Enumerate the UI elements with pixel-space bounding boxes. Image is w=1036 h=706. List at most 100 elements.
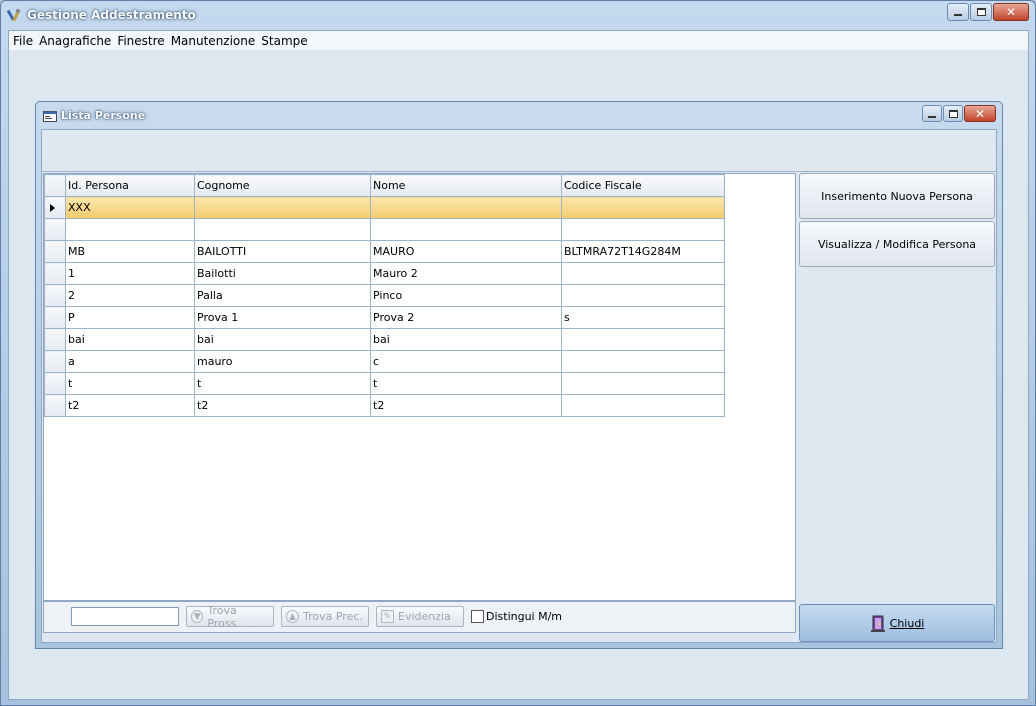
row-header[interactable] bbox=[44, 196, 66, 219]
table-row[interactable]: bai bai bai bbox=[44, 328, 725, 351]
menu-anagrafiche[interactable]: Anagrafiche bbox=[39, 34, 117, 48]
row-header[interactable] bbox=[44, 394, 66, 417]
close-window-button[interactable]: ✕ bbox=[993, 3, 1029, 21]
grid-cell[interactable]: bai bbox=[370, 328, 562, 351]
table-row[interactable]: P Prova 1 Prova 2s bbox=[44, 306, 725, 329]
grid-cell[interactable]: t2 bbox=[194, 394, 371, 417]
grid-cell[interactable]: bai bbox=[194, 328, 371, 351]
grid-cell[interactable] bbox=[370, 218, 562, 241]
minimize-button[interactable] bbox=[947, 3, 969, 21]
row-header[interactable] bbox=[44, 328, 66, 351]
search-input[interactable] bbox=[71, 607, 179, 626]
grid-cell[interactable] bbox=[561, 350, 725, 373]
case-sensitive-checkbox[interactable] bbox=[471, 610, 484, 623]
close-button[interactable]: Chiudi bbox=[799, 604, 995, 642]
table-row[interactable]: MB BAILOTTI MAURO BLTMRA72T14G284M bbox=[44, 240, 725, 263]
row-header[interactable] bbox=[44, 306, 66, 329]
child-client-area: Id. Persona Cognome Nome Codice Fiscale … bbox=[41, 129, 997, 643]
table-row[interactable]: 1 Bailotti Mauro 2 bbox=[44, 262, 725, 285]
menu-bar: File Anagrafiche Finestre Manutenzione S… bbox=[9, 31, 1028, 50]
grid-cell[interactable] bbox=[561, 284, 725, 307]
row-header[interactable] bbox=[44, 218, 66, 241]
close-icon: ✕ bbox=[1005, 5, 1017, 19]
grid-cell[interactable] bbox=[561, 394, 725, 417]
grid-cell[interactable] bbox=[194, 218, 371, 241]
column-header-cognome[interactable]: Cognome bbox=[194, 174, 371, 197]
column-header-id-persona[interactable]: Id. Persona bbox=[65, 174, 195, 197]
view-edit-person-button[interactable]: Visualizza / Modifica Persona bbox=[799, 221, 995, 267]
table-row[interactable]: a mauro c bbox=[44, 350, 725, 373]
menu-finestre[interactable]: Finestre bbox=[117, 34, 170, 48]
grid-cell[interactable]: BLTMRA72T14G284M bbox=[561, 240, 725, 263]
child-close-window-button[interactable]: ✕ bbox=[964, 105, 996, 122]
grid-cell[interactable]: t bbox=[370, 372, 562, 395]
menu-stampe[interactable]: Stampe bbox=[261, 34, 313, 48]
find-next-button[interactable]: ▼ Trova Pross. bbox=[186, 603, 274, 630]
grid-cell[interactable]: MB bbox=[65, 240, 195, 263]
table-row[interactable] bbox=[44, 218, 725, 241]
grid-cell[interactable] bbox=[561, 196, 725, 219]
menu-manutenzione[interactable]: Manutenzione bbox=[171, 34, 262, 48]
persons-grid[interactable]: Id. Persona Cognome Nome Codice Fiscale … bbox=[44, 174, 725, 417]
grid-cell[interactable] bbox=[561, 372, 725, 395]
grid-cell[interactable]: 1 bbox=[65, 262, 195, 285]
child-maximize-button[interactable] bbox=[943, 105, 963, 122]
grid-cell[interactable] bbox=[194, 196, 371, 219]
grid-cell[interactable]: Bailotti bbox=[194, 262, 371, 285]
column-header-codice-fiscale[interactable]: Codice Fiscale bbox=[561, 174, 725, 197]
grid-cell[interactable]: a bbox=[65, 350, 195, 373]
grid-cell[interactable]: 2 bbox=[65, 284, 195, 307]
grid-cell[interactable] bbox=[65, 218, 195, 241]
grid-cell[interactable]: P bbox=[65, 306, 195, 329]
view-edit-person-label: Visualizza / Modifica Persona bbox=[817, 237, 977, 251]
case-sensitive-option[interactable]: Distingui M/m bbox=[471, 610, 562, 623]
grid-cell[interactable] bbox=[370, 196, 562, 219]
highlight-button[interactable]: ✎ Evidenzia bbox=[376, 606, 464, 627]
new-person-label: Inserimento Nuova Persona bbox=[821, 189, 973, 203]
grid-cell[interactable]: XXX bbox=[65, 196, 195, 219]
grid-cell[interactable]: Prova 1 bbox=[194, 306, 371, 329]
row-header[interactable] bbox=[44, 240, 66, 263]
grid-cell[interactable]: t2 bbox=[370, 394, 562, 417]
grid-cell[interactable] bbox=[561, 328, 725, 351]
maximize-button[interactable] bbox=[970, 3, 992, 21]
minimize-icon bbox=[954, 14, 962, 16]
find-prev-button[interactable]: ▲ Trova Prec. bbox=[281, 606, 369, 627]
grid-cell[interactable]: t2 bbox=[65, 394, 195, 417]
grid-cell[interactable]: c bbox=[370, 350, 562, 373]
row-header[interactable] bbox=[44, 372, 66, 395]
find-next-label: Trova Pross. bbox=[207, 603, 240, 630]
app-title-bar[interactable]: Gestione Addestramento ✕ bbox=[1, 1, 1035, 29]
grid-cell[interactable]: t bbox=[65, 372, 195, 395]
table-row[interactable]: XXX bbox=[44, 196, 725, 219]
grid-cell[interactable]: mauro bbox=[194, 350, 371, 373]
child-minimize-button[interactable] bbox=[922, 105, 942, 122]
arrow-down-icon: ▼ bbox=[191, 610, 204, 623]
row-header[interactable] bbox=[44, 350, 66, 373]
new-person-button[interactable]: Inserimento Nuova Persona bbox=[799, 173, 995, 219]
menu-file[interactable]: File bbox=[13, 34, 39, 48]
persons-grid-panel: Id. Persona Cognome Nome Codice Fiscale … bbox=[43, 173, 796, 601]
child-window-lista-persone: Lista Persone ✕ Id. Persona Cognome Nome… bbox=[35, 101, 1003, 649]
grid-cell[interactable] bbox=[561, 262, 725, 285]
row-header[interactable] bbox=[44, 284, 66, 307]
grid-cell[interactable]: BAILOTTI bbox=[194, 240, 371, 263]
grid-cell[interactable]: MAURO bbox=[370, 240, 562, 263]
grid-cell[interactable]: s bbox=[561, 306, 725, 329]
grid-cell[interactable]: bai bbox=[65, 328, 195, 351]
grid-cell[interactable]: Mauro 2 bbox=[370, 262, 562, 285]
child-title-bar[interactable]: Lista Persone ✕ bbox=[36, 102, 1002, 128]
table-row[interactable]: t2 t2 t2 bbox=[44, 394, 725, 417]
grid-cell[interactable]: Prova 2 bbox=[370, 306, 562, 329]
table-row[interactable]: 2 Palla Pinco bbox=[44, 284, 725, 307]
grid-cell[interactable]: Pinco bbox=[370, 284, 562, 307]
column-header-nome[interactable]: Nome bbox=[370, 174, 562, 197]
grid-cell[interactable]: t bbox=[194, 372, 371, 395]
table-row[interactable]: ttt bbox=[44, 372, 725, 395]
row-header[interactable] bbox=[44, 262, 66, 285]
form-icon bbox=[43, 111, 57, 122]
grid-cell[interactable] bbox=[561, 218, 725, 241]
app-window-controls: ✕ bbox=[946, 3, 1029, 21]
grid-corner bbox=[44, 174, 66, 197]
grid-cell[interactable]: Palla bbox=[194, 284, 371, 307]
